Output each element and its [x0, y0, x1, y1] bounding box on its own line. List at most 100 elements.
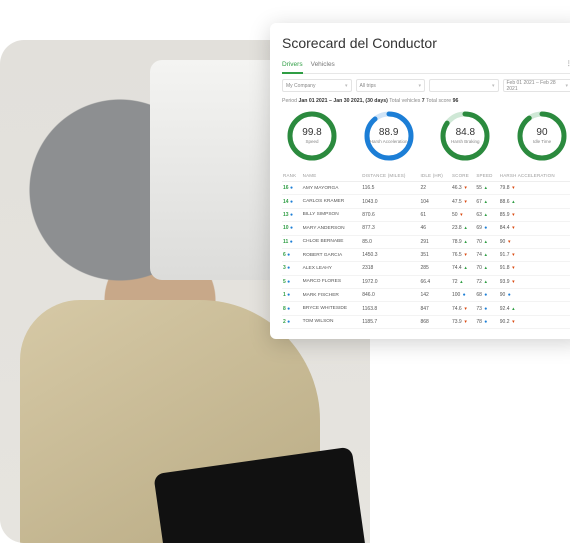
trend-down-icon: ▾ — [511, 225, 516, 231]
score-cell: 46.3 ▾ — [451, 182, 475, 195]
table-row[interactable]: 1 ●MARK FISCHER846.0142100 ●68 ●90 ● — [282, 289, 570, 302]
table-row[interactable]: 11 ●CHLOE BERNABE85.029178.9 ▴70 ▴90 ▾ — [282, 235, 570, 248]
gauge-value: 84.8 — [456, 128, 475, 138]
distance-cell: 2318 — [361, 262, 419, 275]
rank-cell: 8 — [283, 306, 286, 312]
trend-flat-icon: ● — [462, 292, 467, 298]
name-cell: CHLOE BERNABE — [302, 235, 362, 248]
idle-cell: 291 — [419, 235, 451, 248]
trend-flat-icon: ● — [483, 225, 488, 231]
rank-dot-icon: ● — [290, 199, 293, 205]
date-filter[interactable]: Feb 01 2021 – Feb 28 2021▾ — [503, 79, 570, 92]
table-header-row: RANKNAMEDISTANCE (MILES)IDLE (HR)SCORESP… — [282, 170, 570, 182]
trend-up-icon: ▴ — [459, 279, 464, 285]
rank-cell: 10 — [283, 225, 289, 231]
gauge-row: 99.8Speed88.9Harsh Acceleration84.8Harsh… — [282, 110, 570, 162]
gauge-value: 90 — [536, 128, 547, 138]
rank-cell: 13 — [283, 212, 289, 218]
rank-cell: 6 — [283, 252, 286, 258]
chevron-down-icon: ▾ — [418, 83, 421, 89]
tab-vehicles[interactable]: Vehicles — [311, 59, 335, 70]
score-value: 96 — [453, 98, 459, 104]
score-cell: 76.5 ▾ — [451, 248, 475, 261]
col-2[interactable]: DISTANCE (MILES) — [361, 170, 419, 182]
col-6[interactable]: HARSH ACCELERATION — [499, 170, 570, 182]
table-row[interactable]: 2 ●TOM WILSON1185.786873.9 ▾78 ●90.2 ▾ — [282, 315, 570, 328]
table-row[interactable]: 16 ●AMY MAYORGA116.52246.3 ▾55 ▴79.8 ▾ — [282, 182, 570, 195]
table-row[interactable]: 3 ●ALEX LEAHY231828574.4 ▴70 ▴91.8 ▾ — [282, 262, 570, 275]
trend-flat-icon: ● — [507, 292, 512, 298]
rank-dot-icon: ● — [287, 252, 290, 258]
ha-cell: 91.8 ▾ — [499, 262, 570, 275]
speed-cell: 68 ● — [475, 289, 498, 302]
gauge-2: 84.8Harsh Braking — [439, 110, 491, 162]
col-3[interactable]: IDLE (HR) — [419, 170, 451, 182]
rank-dot-icon: ● — [287, 292, 290, 298]
table-row[interactable]: 5 ●MARCO FLORES1972.066.472 ▴72 ▴93.9 ▾ — [282, 275, 570, 288]
idle-cell: 104 — [419, 195, 451, 208]
trend-down-icon: ▾ — [511, 252, 516, 258]
col-4[interactable]: SCORE — [451, 170, 475, 182]
tabs-overflow-icon[interactable]: ⋮ — [566, 59, 570, 70]
panel-title: Scorecard del Conductor — [282, 35, 570, 51]
rank-dot-icon: ● — [287, 319, 290, 325]
gauge-value: 88.9 — [379, 128, 398, 138]
name-cell: ROBERT GARCIA — [302, 248, 362, 261]
ha-cell: 91.7 ▾ — [499, 248, 570, 261]
rank-cell: 16 — [283, 185, 289, 191]
speed-cell: 78 ● — [475, 315, 498, 328]
table-row[interactable]: 10 ●MARY ANDERSON877.34623.8 ▴69 ●84.4 ▾ — [282, 222, 570, 235]
speed-cell: 67 ▴ — [475, 195, 498, 208]
tabs: Drivers Vehicles ⋮ — [282, 59, 570, 74]
distance-cell: 1972.0 — [361, 275, 419, 288]
col-5[interactable]: SPEED — [475, 170, 498, 182]
trend-up-icon: ▴ — [463, 225, 468, 231]
empty-filter[interactable]: ▾ — [429, 79, 499, 92]
distance-cell: 846.0 — [361, 289, 419, 302]
speed-cell: 55 ▴ — [475, 182, 498, 195]
trend-flat-icon: ● — [483, 292, 488, 298]
rank-cell: 14 — [283, 199, 289, 205]
idle-cell: 285 — [419, 262, 451, 275]
rank-dot-icon: ● — [287, 306, 290, 312]
period-prefix: Period — [282, 98, 298, 104]
trips-filter[interactable]: All trips▾ — [356, 79, 426, 92]
rank-dot-icon: ● — [290, 212, 293, 218]
rank-dot-icon: ● — [290, 239, 293, 245]
trend-down-icon: ▾ — [463, 319, 468, 325]
score-cell: 72 ▴ — [451, 275, 475, 288]
trend-up-icon: ▴ — [483, 252, 488, 258]
table-row[interactable]: 13 ●BILLY SIMPSON870.66150 ▾63 ▴85.9 ▾ — [282, 208, 570, 221]
distance-cell: 877.3 — [361, 222, 419, 235]
col-1[interactable]: NAME — [302, 170, 362, 182]
rank-cell: 1 — [283, 292, 286, 298]
name-cell: MARCO FLORES — [302, 275, 362, 288]
table-row[interactable]: 6 ●ROBERT GARCIA1450.335176.5 ▾74 ▴91.7 … — [282, 248, 570, 261]
name-cell: MARK FISCHER — [302, 289, 362, 302]
trend-up-icon: ▴ — [463, 239, 468, 245]
period-summary: Period Jan 01 2021 – Jan 30 2021, (30 da… — [282, 98, 570, 104]
trend-down-icon: ▾ — [511, 319, 516, 325]
idle-cell: 351 — [419, 248, 451, 261]
col-0[interactable]: RANK — [282, 170, 302, 182]
name-cell: BILLY SIMPSON — [302, 208, 362, 221]
gauge-1: 88.9Harsh Acceleration — [363, 110, 415, 162]
company-filter[interactable]: My Company▾ — [282, 79, 352, 92]
distance-cell: 1185.7 — [361, 315, 419, 328]
trend-down-icon: ▾ — [511, 265, 516, 271]
table-row[interactable]: 14 ●CARLOS KRAMER1043.010447.5 ▾67 ▴88.6… — [282, 195, 570, 208]
distance-cell: 870.6 — [361, 208, 419, 221]
rank-cell: 3 — [283, 265, 286, 271]
period-range: Jan 01 2021 – Jan 30 2021, (30 days) — [298, 98, 387, 104]
idle-cell: 61 — [419, 208, 451, 221]
score-cell: 23.8 ▴ — [451, 222, 475, 235]
table-row[interactable]: 8 ●BRYCE WHITESIDE1163.884774.6 ▾73 ●92.… — [282, 302, 570, 315]
trend-down-icon: ▾ — [463, 185, 468, 191]
filter-bar: My Company▾ All trips▾▾ Feb 01 2021 – Feb … — [282, 79, 570, 92]
trend-flat-icon: ● — [483, 319, 488, 325]
idle-cell: 46 — [419, 222, 451, 235]
gauge-label: Idle Time — [533, 140, 551, 145]
gauge-label: Speed — [305, 140, 318, 145]
name-cell: BRYCE WHITESIDE — [302, 302, 362, 315]
tab-drivers[interactable]: Drivers — [282, 59, 303, 74]
